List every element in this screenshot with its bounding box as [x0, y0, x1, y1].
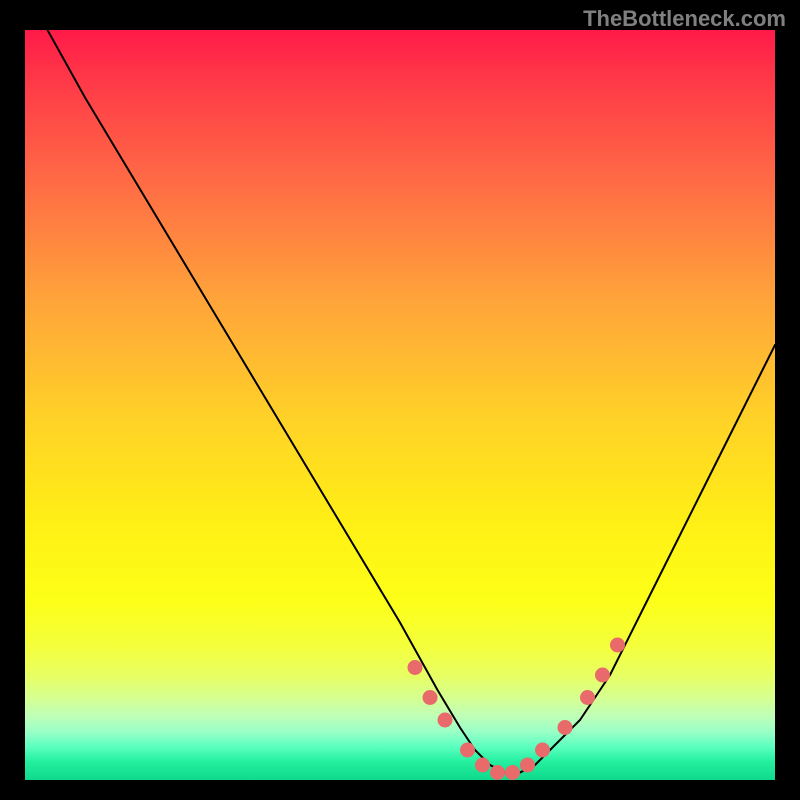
data-point	[595, 668, 610, 683]
plot-area	[25, 30, 775, 780]
data-point	[535, 743, 550, 758]
attribution-watermark: TheBottleneck.com	[583, 6, 786, 32]
data-point	[505, 765, 520, 780]
data-point	[423, 690, 438, 705]
chart-svg	[25, 30, 775, 780]
data-point	[475, 758, 490, 773]
data-point	[610, 638, 625, 653]
data-point	[558, 720, 573, 735]
data-point	[580, 690, 595, 705]
data-point	[438, 713, 453, 728]
data-point	[520, 758, 535, 773]
data-point	[408, 660, 423, 675]
data-point	[490, 765, 505, 780]
data-point	[460, 743, 475, 758]
figure-root: TheBottleneck.com	[0, 0, 800, 800]
